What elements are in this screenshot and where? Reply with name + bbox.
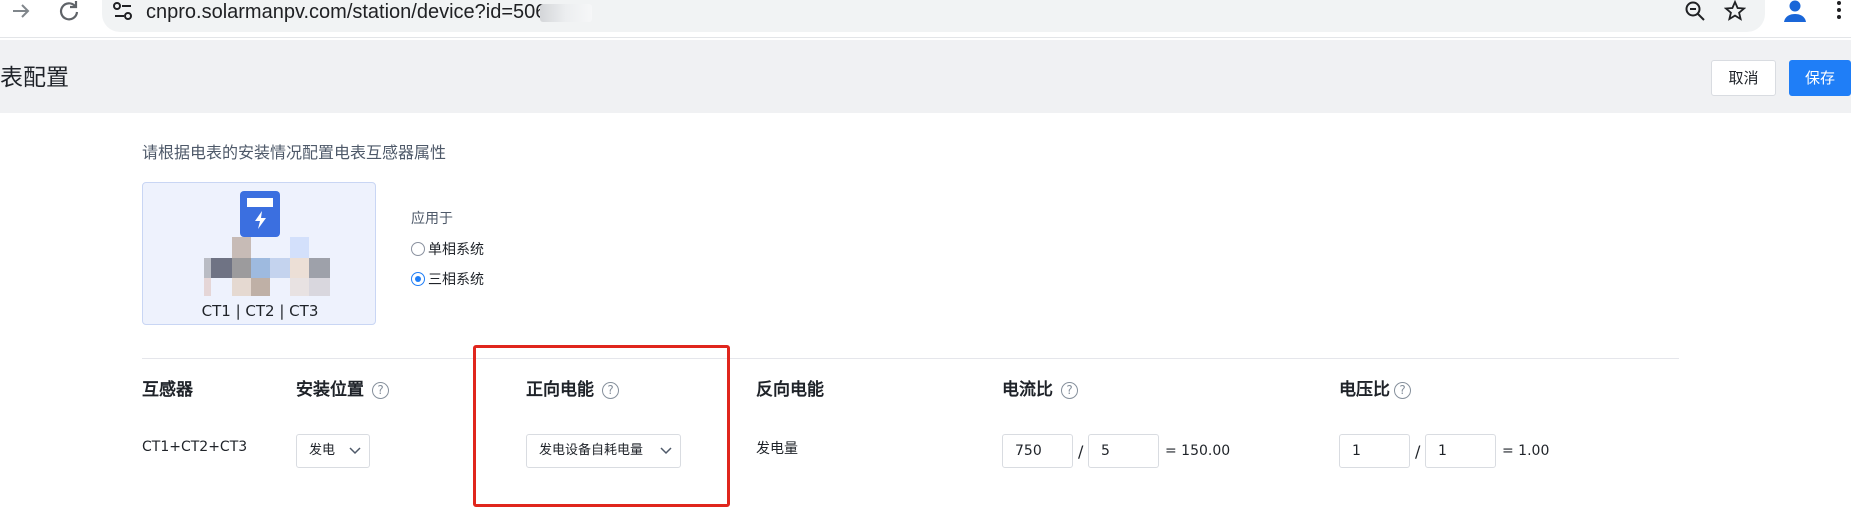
current-secondary-input[interactable]: 5 [1088,434,1159,468]
position-select[interactable]: 发电 [296,434,370,468]
ratio-separator: / [1078,442,1084,461]
help-icon[interactable]: ? [1394,381,1411,399]
section-divider [142,358,1679,359]
current-primary-input[interactable]: 750 [1002,434,1073,468]
help-icon[interactable]: ? [602,381,619,399]
reverse-energy-value: 发电量 [756,441,798,457]
cancel-button[interactable]: 取消 [1711,60,1776,96]
chevron-down-icon [658,435,674,467]
voltage-primary-input[interactable]: 1 [1339,434,1410,468]
column-header-ct: 互感器 [142,378,193,402]
profile-avatar-icon[interactable] [1781,0,1809,24]
radio-label: 三相系统 [428,272,484,288]
radio-button-checked[interactable] [411,272,425,286]
page-title: 表配置 [0,65,69,91]
bookmark-star-icon[interactable] [1722,0,1748,24]
column-header-label: 电压比 [1339,380,1390,400]
radio-single-phase[interactable]: 单相系统 [411,239,484,259]
column-header-forward: 正向电能 ? [526,378,619,402]
select-value: 发电设备自耗电量 [539,443,644,458]
column-header-current-ratio: 电流比 ? [1002,378,1078,402]
chevron-down-icon [347,435,363,467]
column-header-position: 安装位置 ? [296,378,389,402]
current-ratio-result: = 150.00 [1165,443,1231,459]
redacted-url-part [540,4,592,22]
help-icon[interactable]: ? [1061,381,1078,399]
radio-label: 单相系统 [428,242,484,258]
forward-arrow-icon[interactable] [8,0,34,24]
site-settings-icon[interactable] [110,0,136,24]
radio-three-phase[interactable]: 三相系统 [411,269,484,289]
highlight-annotation-box [473,345,730,507]
page-header [0,40,1851,113]
browser-menu-icon[interactable] [1832,0,1846,24]
column-header-label: 安装位置 [296,380,364,400]
radio-button[interactable] [411,242,425,256]
column-header-reverse: 反向电能 [756,378,824,402]
select-value: 发电 [309,443,336,458]
save-button[interactable]: 保存 [1789,60,1851,96]
zoom-icon[interactable] [1682,0,1708,24]
column-header-voltage-ratio: 电压比 ? [1339,378,1411,402]
forward-energy-select[interactable]: 发电设备自耗电量 [526,434,681,468]
ct-label: CT1 | CT2 | CT3 [201,302,319,320]
url-text[interactable]: cnpro.solarmanpv.com/station/device?id=5… [146,0,546,24]
reload-icon[interactable] [56,0,82,24]
ct-diagram-card[interactable]: CT1 | CT2 | CT3 [142,182,376,325]
column-header-label: 正向电能 [526,380,594,400]
voltage-ratio-result: = 1.00 [1502,443,1550,459]
browser-toolbar: cnpro.solarmanpv.com/station/device?id=5… [0,0,1851,38]
help-icon[interactable]: ? [372,381,389,399]
ratio-separator: / [1415,442,1421,461]
column-header-label: 反向电能 [756,380,824,400]
meter-icon [240,191,280,241]
apply-to-label: 应用于 [411,211,453,227]
config-hint: 请根据电表的安装情况配置电表互感器属性 [142,143,447,162]
ct-value: CT1+CT2+CT3 [142,439,248,455]
column-header-label: 互感器 [142,380,193,400]
voltage-secondary-input[interactable]: 1 [1425,434,1496,468]
column-header-label: 电流比 [1002,380,1053,400]
